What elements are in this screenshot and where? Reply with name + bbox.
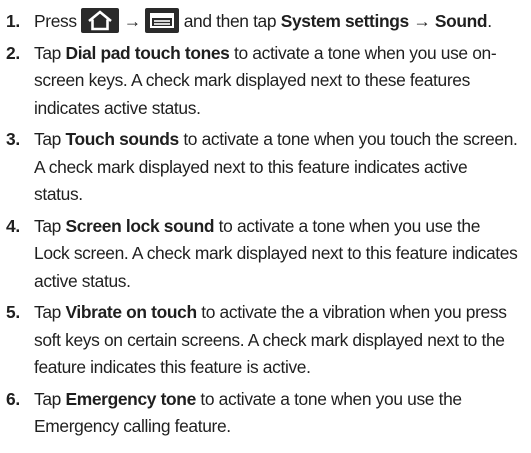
step-text-press: Press: [34, 11, 77, 31]
period: .: [487, 11, 492, 31]
arrow-icon: →: [123, 11, 141, 31]
home-key-icon: [81, 8, 120, 33]
step-5: 5. Tap Vibrate on touch to activate the …: [0, 299, 519, 382]
step-number: 4.: [6, 215, 20, 236]
step-number: 3.: [6, 129, 20, 149]
step-3: 3. Tap Touch sounds to activate a tone w…: [0, 126, 519, 209]
setting-name: Emergency tone: [65, 388, 196, 409]
step-2: 2. Tap Dial pad touch tones to activate …: [0, 40, 519, 123]
menu-key-icon: [145, 8, 180, 33]
system-settings-label: System settings: [280, 11, 409, 31]
arrow-icon: →: [413, 11, 431, 31]
instruction-steps: 1. Press → and then tap System settings …: [0, 0, 531, 445]
sound-label: Sound: [434, 11, 488, 31]
step-1: 1. Press → and then tap System settings …: [0, 8, 519, 36]
step-4: 4. Tap Screen lock sound to activate a t…: [0, 213, 519, 296]
step-6: 6. Tap Emergency tone to activate a tone…: [0, 386, 519, 441]
step-text-tap: Tap: [34, 388, 61, 409]
step-number: 6.: [6, 388, 20, 409]
step-text-tap: Tap: [34, 215, 61, 236]
step-text-tap: Tap: [34, 129, 61, 149]
step-number: 2.: [6, 42, 20, 63]
step-number: 1.: [6, 11, 20, 31]
setting-name: Dial pad touch tones: [65, 42, 230, 63]
setting-name: Screen lock sound: [65, 215, 215, 236]
setting-name: Vibrate on touch: [65, 302, 197, 322]
step-text-then-tap: and then tap: [183, 11, 277, 31]
step-number: 5.: [6, 302, 20, 322]
setting-name: Touch sounds: [65, 129, 179, 149]
step-text-tap: Tap: [34, 42, 61, 63]
step-text-tap: Tap: [34, 302, 61, 322]
